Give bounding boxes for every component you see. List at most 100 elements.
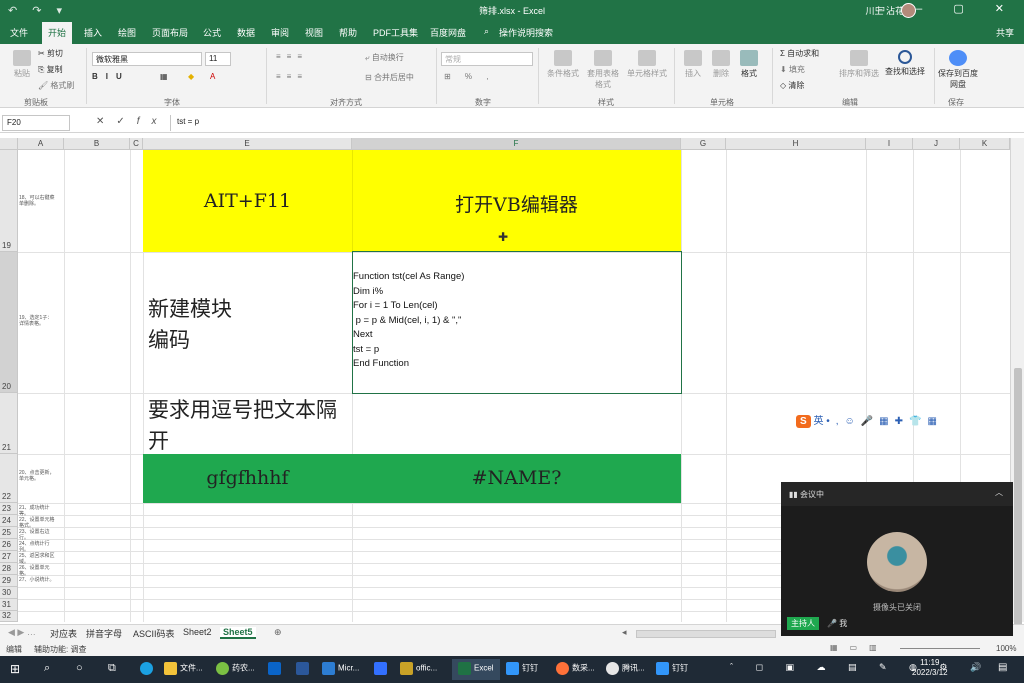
column-header-h[interactable]: H xyxy=(726,138,866,150)
tab-page-layout[interactable]: 页面布局 xyxy=(152,26,188,39)
search-icon[interactable]: ⌕ xyxy=(484,26,489,37)
edge-icon[interactable] xyxy=(140,662,156,678)
font-color-icon[interactable]: A xyxy=(210,72,215,81)
sheet-nav-icons[interactable]: ◀ ▶ … xyxy=(8,627,36,638)
accessibility-status[interactable]: 辅助功能: 调查 xyxy=(34,644,86,655)
collapse-icon[interactable]: ︿ xyxy=(995,487,1003,498)
tab-data[interactable]: 数据 xyxy=(237,26,255,39)
mic-icon[interactable]: 🎤 xyxy=(827,619,837,628)
row-header-24[interactable]: 24 xyxy=(0,515,18,527)
taskbar-app[interactable]: 药农... xyxy=(216,662,255,678)
row-header-23[interactable]: 23 xyxy=(0,503,18,515)
tab-review[interactable]: 审阅 xyxy=(271,26,289,39)
horizontal-scrollbar[interactable] xyxy=(636,630,776,638)
windows-start-icon[interactable]: ⊞ xyxy=(10,662,20,678)
tray-icons[interactable]: ˆ ◻ ▣ ☁ ▤ ✎ ◍ ⚙ 🔊 xyxy=(730,662,991,678)
fill-button[interactable]: ⬇ 填充 xyxy=(780,64,805,75)
feishu-icon[interactable] xyxy=(374,662,390,678)
add-sheet-icon[interactable]: ⊕ xyxy=(274,627,282,638)
select-all-corner[interactable] xyxy=(0,138,18,150)
delete-cells-button[interactable]: 删除 xyxy=(708,50,734,79)
taskbar-app-active[interactable]: Excel xyxy=(452,659,500,680)
sheet-tab[interactable]: Sheet2 xyxy=(183,627,212,637)
zoom-level[interactable]: 100% xyxy=(996,644,1016,653)
row-header-29[interactable]: 29 xyxy=(0,575,18,587)
row-header-32[interactable]: 32 xyxy=(0,611,18,622)
formula-input[interactable]: tst = p xyxy=(170,115,1016,131)
autosum-button[interactable]: Σ 自动求和 xyxy=(780,48,819,59)
search-icon[interactable]: ⌕ xyxy=(44,662,50,678)
tab-help[interactable]: 帮助 xyxy=(339,26,357,39)
word-icon[interactable] xyxy=(296,662,312,678)
mail-icon[interactable] xyxy=(268,662,284,678)
column-header-f[interactable]: F xyxy=(352,138,681,150)
row-header-27[interactable]: 27 xyxy=(0,551,18,563)
taskbar-app[interactable]: Micr... xyxy=(322,662,359,678)
tab-file[interactable]: 文件 xyxy=(10,26,28,39)
wrap-text-button[interactable]: ⤶ 自动换行 xyxy=(365,52,404,63)
find-select-button[interactable]: 查找和选择 xyxy=(882,50,928,77)
tell-me-search[interactable]: 操作说明搜索 xyxy=(499,26,553,39)
cortana-icon[interactable]: ○ xyxy=(76,662,83,678)
cut-button[interactable]: ✂ 剪切 xyxy=(38,48,63,59)
tab-home[interactable]: 开始 xyxy=(42,22,73,44)
sheet-tab[interactable]: ASCII码表 xyxy=(133,627,175,640)
row-header-22[interactable]: 22 xyxy=(0,454,18,503)
ime-lang[interactable]: 英 xyxy=(813,416,823,427)
cell-style-button[interactable]: 单元格样式 xyxy=(624,50,670,79)
bold-italic-underline[interactable]: BIU xyxy=(92,72,130,81)
row-header-26[interactable]: 26 xyxy=(0,539,18,551)
cell-f22[interactable]: #NAME? xyxy=(352,467,681,489)
border-icon[interactable]: ▦ xyxy=(160,72,168,81)
column-header-b[interactable]: B xyxy=(64,138,130,150)
conditional-format-button[interactable]: 条件格式 xyxy=(544,50,582,79)
name-box[interactable]: F20 xyxy=(2,115,70,131)
scroll-thumb[interactable] xyxy=(1014,368,1022,628)
task-view-icon[interactable]: ⧉ xyxy=(108,662,116,678)
tab-formulas[interactable]: 公式 xyxy=(203,26,221,39)
font-size-select[interactable]: 11 xyxy=(205,52,231,66)
share-button[interactable]: 共享 xyxy=(996,26,1014,39)
row-header-19[interactable]: 19 xyxy=(0,150,18,252)
column-header-a[interactable]: A xyxy=(18,138,64,150)
taskbar-app[interactable]: 数采... xyxy=(556,662,595,678)
sheet-tab-active[interactable]: Sheet5 xyxy=(220,627,256,639)
insert-cells-button[interactable]: 插入 xyxy=(680,50,706,79)
sheet-tab[interactable]: 对应表 xyxy=(50,627,77,640)
view-mode-icons[interactable]: ▦▭▥ xyxy=(830,643,889,652)
ime-tool-icons[interactable]: •,☺🎤▦✚👕▦ xyxy=(826,416,943,427)
notification-icon[interactable]: ▤ xyxy=(998,662,1007,678)
taskbar-app[interactable]: 钉钉 xyxy=(506,662,538,678)
formula-icons[interactable]: ✕✓fx xyxy=(96,116,169,127)
percent-icons[interactable]: ⊞ % , xyxy=(444,72,494,81)
format-painter-button[interactable]: 🖌 格式刷 xyxy=(38,80,74,91)
taskbar-app[interactable]: 文件... xyxy=(164,662,203,678)
column-header-c[interactable]: C xyxy=(130,138,143,150)
table-format-button[interactable]: 套用表格格式 xyxy=(584,50,622,90)
copy-button[interactable]: ⎘ 复制 xyxy=(38,64,63,75)
row-header-31[interactable]: 31 xyxy=(0,599,18,611)
window-controls[interactable]: ▭ – ▢ ✕ xyxy=(875,2,1018,15)
cell-e21[interactable]: 要求用逗号把文本隔开 xyxy=(148,395,348,457)
clear-button[interactable]: ◇ 清除 xyxy=(780,80,804,91)
taskbar-app[interactable]: 钉钉 xyxy=(656,662,688,678)
paste-button[interactable]: 粘贴 xyxy=(8,50,36,79)
row-header-21[interactable]: 21 xyxy=(0,393,18,454)
column-header-j[interactable]: J xyxy=(913,138,960,150)
ime-toolbar[interactable]: S 英 •,☺🎤▦✚👕▦ xyxy=(796,412,943,434)
column-header-g[interactable]: G xyxy=(681,138,726,150)
sheet-tab[interactable]: 拼音字母 xyxy=(86,627,122,640)
tab-insert[interactable]: 插入 xyxy=(84,26,102,39)
save-to-baidu-button[interactable]: 保存到百度网盘 xyxy=(938,50,978,90)
tab-view[interactable]: 视图 xyxy=(305,26,323,39)
cell-f19[interactable]: 打开VB编辑器 xyxy=(352,190,681,217)
taskbar-app[interactable]: 腾讯... xyxy=(606,662,645,678)
clock[interactable]: 11:19 2022/3/12 xyxy=(912,658,948,677)
font-name-select[interactable]: 微软雅黑 xyxy=(92,52,202,66)
tab-baidu[interactable]: 百度网盘 xyxy=(430,26,466,39)
merge-button[interactable]: ⊟ 合并后居中 xyxy=(365,72,414,83)
number-format-select[interactable]: 常规 xyxy=(441,52,533,66)
row-header-28[interactable]: 28 xyxy=(0,563,18,575)
align-icons[interactable]: ≡≡≡ xyxy=(276,52,308,61)
cell-f20-code[interactable]: Function tst(cel As Range) Dim i% For i … xyxy=(353,270,464,372)
